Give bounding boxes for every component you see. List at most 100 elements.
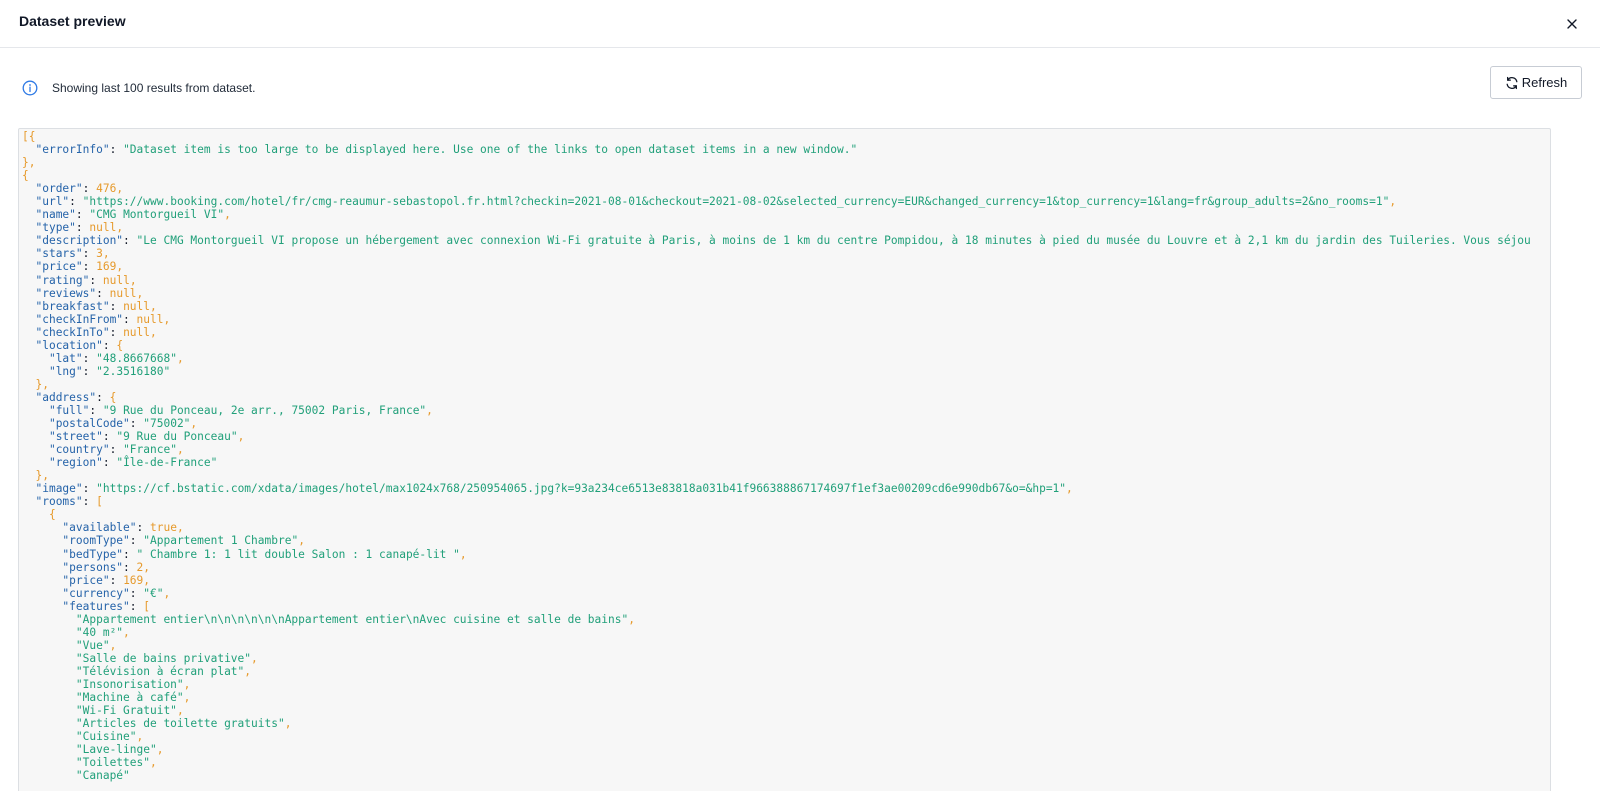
code-token: : [82,482,97,496]
code-line: "Cuisine", [22,730,1550,743]
code-token: , [149,756,157,770]
code-line: }, [22,469,1550,482]
code-token: , [183,677,191,691]
info-icon [22,80,38,96]
code-token: "Articles de toilette gratuits" [75,717,285,731]
code-token: : [123,234,137,248]
code-token: "full" [48,403,90,417]
code-token: { [22,169,29,183]
code-token: " Chambre 1: 1 lit double Salon : 1 cana… [136,547,460,561]
code-line: "Machine à café", [22,691,1550,704]
close-icon [1567,19,1577,29]
code-token: "Salle de bains privative" [75,651,252,665]
code-token: "Télévision à écran plat" [75,664,245,678]
code-line: "description": "Le CMG Montorgueil VI pr… [22,234,1550,247]
code-token: "Wi-Fi Gratuit" [75,704,177,718]
refresh-icon [1505,76,1519,90]
code-token: "description" [35,234,124,248]
code-token: "40 m²" [75,625,124,639]
dataset-preview-modal: Dataset preview Showing last 100 results… [0,0,1600,791]
code-token: "checkInTo" [35,325,110,339]
code-token: "roomType" [62,534,130,548]
code-token: "Appartement entier\n\n\n\n\n\nApparteme… [75,612,629,626]
code-line: "name": "CMG Montorgueil VI", [22,208,1550,221]
code-token: , [163,586,171,600]
code-token: }, [35,377,49,391]
code-token: { [109,390,117,404]
code-token: : [129,417,144,431]
code-token: "available" [62,521,137,535]
code-token: true [150,521,177,535]
code-token: , [116,182,124,196]
code-token: "75002" [143,417,191,431]
code-token: null [102,273,130,287]
code-token: , [123,625,130,639]
code-token: null [109,286,137,300]
code-line: "Lave-linge", [22,743,1550,756]
code-token: "name" [35,208,76,222]
code-line: "url": "https://www.booking.com/hotel/fr… [22,195,1550,208]
code-token: : [82,495,97,509]
code-line: "lat": "48.8667668", [22,352,1550,365]
code-line: "checkInFrom": null, [22,313,1550,326]
code-token: 3 [96,247,103,261]
close-button[interactable] [1562,14,1582,34]
code-token: null [123,325,151,339]
code-line: "features": [ [22,600,1550,613]
code-token: [ [143,599,151,613]
code-line: "rating": null, [22,274,1550,287]
code-token: "Dataset item is too large to be display… [123,143,858,157]
code-token: }, [22,156,36,170]
refresh-button[interactable]: Refresh [1490,66,1582,99]
code-line: }, [22,378,1550,391]
json-code-viewer[interactable]: [{ "errorInfo": "Dataset item is too lar… [18,128,1551,791]
code-line: "country": "France", [22,443,1550,456]
code-token: "Lave-linge" [75,743,157,757]
code-token: : [109,325,124,339]
code-token: : [69,195,83,209]
code-token: 169 [96,260,117,274]
code-token: , [176,351,184,365]
code-token: , [251,651,258,665]
code-token: "errorInfo" [35,143,110,157]
code-line: "type": null, [22,221,1550,234]
code-token: null [89,221,117,235]
code-line: [{ [22,130,1550,143]
code-token: : [109,143,124,157]
code-token: , [143,573,151,587]
modal-header: Dataset preview [0,0,1600,48]
refresh-label: Refresh [1521,75,1568,90]
code-token: "9 Rue du Ponceau, 2e arr., 75002 Paris,… [102,403,427,417]
code-token: 169 [123,573,144,587]
code-token: : [109,443,124,457]
code-token: "country" [48,443,110,457]
code-token: "street" [48,430,103,444]
code-token: : [136,521,150,535]
code-line: "currency": "€", [22,587,1550,600]
code-token: "location" [35,338,103,352]
code-token: , [176,704,184,718]
code-line: { [22,508,1550,521]
info-banner: Showing last 100 results from dataset. [22,80,255,96]
